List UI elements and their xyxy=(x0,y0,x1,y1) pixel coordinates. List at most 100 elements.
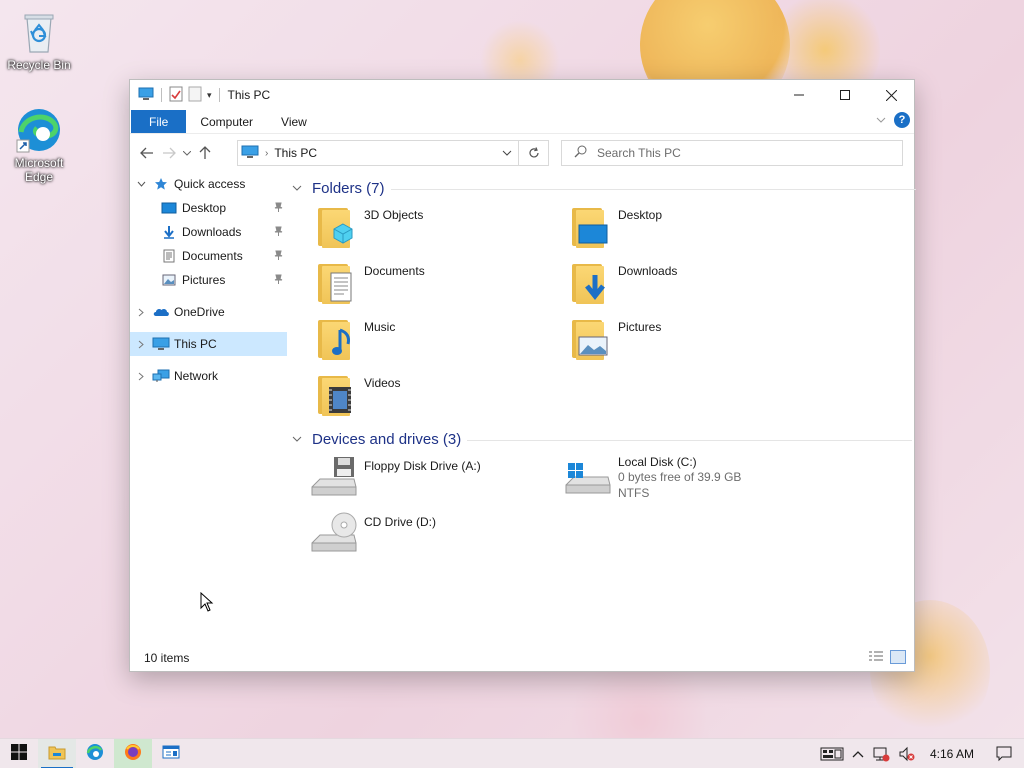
recent-locations-button[interactable] xyxy=(180,142,194,164)
breadcrumb-separator-icon[interactable]: › xyxy=(265,148,268,159)
title-bar[interactable]: ▾ This PC xyxy=(130,80,914,110)
back-button[interactable] xyxy=(136,142,158,164)
details-view-icon[interactable] xyxy=(868,650,884,664)
edge-icon xyxy=(15,106,63,154)
taskbar-edge[interactable] xyxy=(76,739,114,768)
network-status-icon[interactable] xyxy=(868,739,894,768)
divider xyxy=(218,88,220,102)
folder-tile-3d-objects[interactable]: 3D Objects xyxy=(314,204,564,256)
tab-file[interactable]: File xyxy=(131,110,187,133)
expand-ribbon-icon[interactable] xyxy=(876,115,886,126)
network-icon xyxy=(152,368,170,384)
chevron-right-icon[interactable] xyxy=(130,308,152,317)
chevron-right-icon[interactable] xyxy=(130,340,152,349)
chevron-down-icon[interactable] xyxy=(292,183,304,194)
large-icons-view-icon[interactable] xyxy=(890,650,906,664)
pin-icon[interactable] xyxy=(274,202,283,215)
folder-tile-desktop[interactable]: Desktop xyxy=(568,204,818,256)
taskbar-file-explorer[interactable] xyxy=(38,738,76,768)
pin-icon[interactable] xyxy=(274,226,283,239)
maximize-button[interactable] xyxy=(822,80,868,110)
new-folder-icon[interactable] xyxy=(188,86,202,105)
address-dropdown-button[interactable] xyxy=(496,150,518,156)
sidebar-item-pictures[interactable]: Pictures xyxy=(130,268,287,292)
start-button[interactable] xyxy=(0,739,38,768)
chevron-down-icon[interactable] xyxy=(130,181,152,187)
close-button[interactable] xyxy=(868,80,914,110)
folder-tile-videos[interactable]: Videos xyxy=(314,372,564,424)
pin-icon[interactable] xyxy=(274,274,283,287)
computer-icon xyxy=(152,336,170,352)
desktop-icon xyxy=(160,200,178,216)
desktop-icon-recycle-bin[interactable]: Recycle Bin xyxy=(1,8,77,72)
pin-icon[interactable] xyxy=(274,250,283,263)
sidebar-item-onedrive[interactable]: OneDrive xyxy=(130,300,287,324)
system-tray: 4:16 AM xyxy=(816,739,1024,768)
taskbar-app[interactable] xyxy=(152,739,190,768)
chevron-right-icon[interactable] xyxy=(130,372,152,381)
folder-label: 3D Objects xyxy=(364,208,424,222)
customize-toolbar-icon[interactable]: ▾ xyxy=(207,90,212,101)
sidebar-item-quick-access[interactable]: Quick access xyxy=(130,172,287,196)
desktop-icon-microsoft-edge[interactable]: Microsoft Edge xyxy=(1,106,77,184)
folder-tile-music[interactable]: Music xyxy=(314,316,564,368)
desktop-icon-label: Recycle Bin xyxy=(7,58,71,72)
videos-folder-icon xyxy=(314,372,358,418)
drive-tile-floppy[interactable]: Floppy Disk Drive (A:) xyxy=(310,455,560,507)
file-explorer-icon xyxy=(48,744,66,763)
sidebar-item-network[interactable]: Network xyxy=(130,364,287,388)
sidebar-item-label: Documents xyxy=(182,249,243,263)
sidebar-item-label: Quick access xyxy=(174,177,246,191)
search-icon xyxy=(574,145,587,161)
sidebar-item-this-pc[interactable]: This PC xyxy=(130,332,287,356)
file-explorer-window: ▾ This PC File Computer View ? › This PC… xyxy=(129,79,916,672)
sidebar-item-documents[interactable]: Documents xyxy=(130,244,287,268)
onedrive-icon xyxy=(152,304,170,320)
folder-tile-documents[interactable]: Documents xyxy=(314,260,564,312)
drive-tile-local-disk-c[interactable]: Local Disk (C:) 0 bytes free of 39.9 GB … xyxy=(564,455,814,515)
help-icon[interactable]: ? xyxy=(894,112,910,128)
properties-icon[interactable] xyxy=(169,86,183,105)
action-center-icon[interactable] xyxy=(984,739,1024,768)
folders-group-header[interactable]: Folders (7) xyxy=(292,180,916,197)
chevron-down-icon[interactable] xyxy=(292,434,304,445)
search-box[interactable] xyxy=(561,140,903,166)
address-bar[interactable]: › This PC xyxy=(237,140,519,166)
volume-muted-icon[interactable] xyxy=(894,739,920,768)
computer-icon[interactable] xyxy=(138,87,154,104)
folder-label: Documents xyxy=(364,264,425,278)
keyboard-icon[interactable] xyxy=(816,739,848,768)
tab-view[interactable]: View xyxy=(267,110,321,133)
tab-computer[interactable]: Computer xyxy=(186,110,267,133)
sidebar-item-label: Network xyxy=(174,369,219,383)
sidebar-item-label: Pictures xyxy=(182,273,226,287)
floppy-drive-icon xyxy=(310,455,358,501)
minimize-button[interactable] xyxy=(776,80,822,110)
drive-label: Floppy Disk Drive (A:) xyxy=(364,459,481,473)
folder-label: Music xyxy=(364,320,396,334)
up-button[interactable] xyxy=(194,142,216,164)
folder-tile-pictures[interactable]: Pictures xyxy=(568,316,818,368)
breadcrumb-this-pc[interactable]: This PC xyxy=(274,146,317,160)
taskbar: 4:16 AM xyxy=(0,738,1024,768)
devices-group-header[interactable]: Devices and drives (3) xyxy=(292,431,913,448)
sidebar-item-label: Downloads xyxy=(182,225,242,239)
folder-label: Videos xyxy=(364,376,401,390)
search-input[interactable] xyxy=(597,146,877,160)
refresh-button[interactable] xyxy=(519,140,549,166)
forward-button[interactable] xyxy=(158,142,180,164)
item-count: 10 items xyxy=(144,651,190,665)
folder-tile-downloads[interactable]: Downloads xyxy=(568,260,818,312)
drive-tile-cd-d[interactable]: CD Drive (D:) xyxy=(310,511,560,563)
content-area: Folders (7) 3D Objects Desktop Documents xyxy=(292,172,916,642)
ribbon-tabs: File Computer View ? xyxy=(130,110,914,134)
folder-label: Pictures xyxy=(618,320,662,334)
sidebar-item-desktop[interactable]: Desktop xyxy=(130,196,287,220)
show-hidden-icons-icon[interactable] xyxy=(848,739,868,768)
taskbar-clock[interactable]: 4:16 AM xyxy=(920,747,984,761)
cd-drive-icon xyxy=(310,511,358,557)
taskbar-firefox[interactable] xyxy=(114,738,152,768)
sidebar-item-downloads[interactable]: Downloads xyxy=(130,220,287,244)
